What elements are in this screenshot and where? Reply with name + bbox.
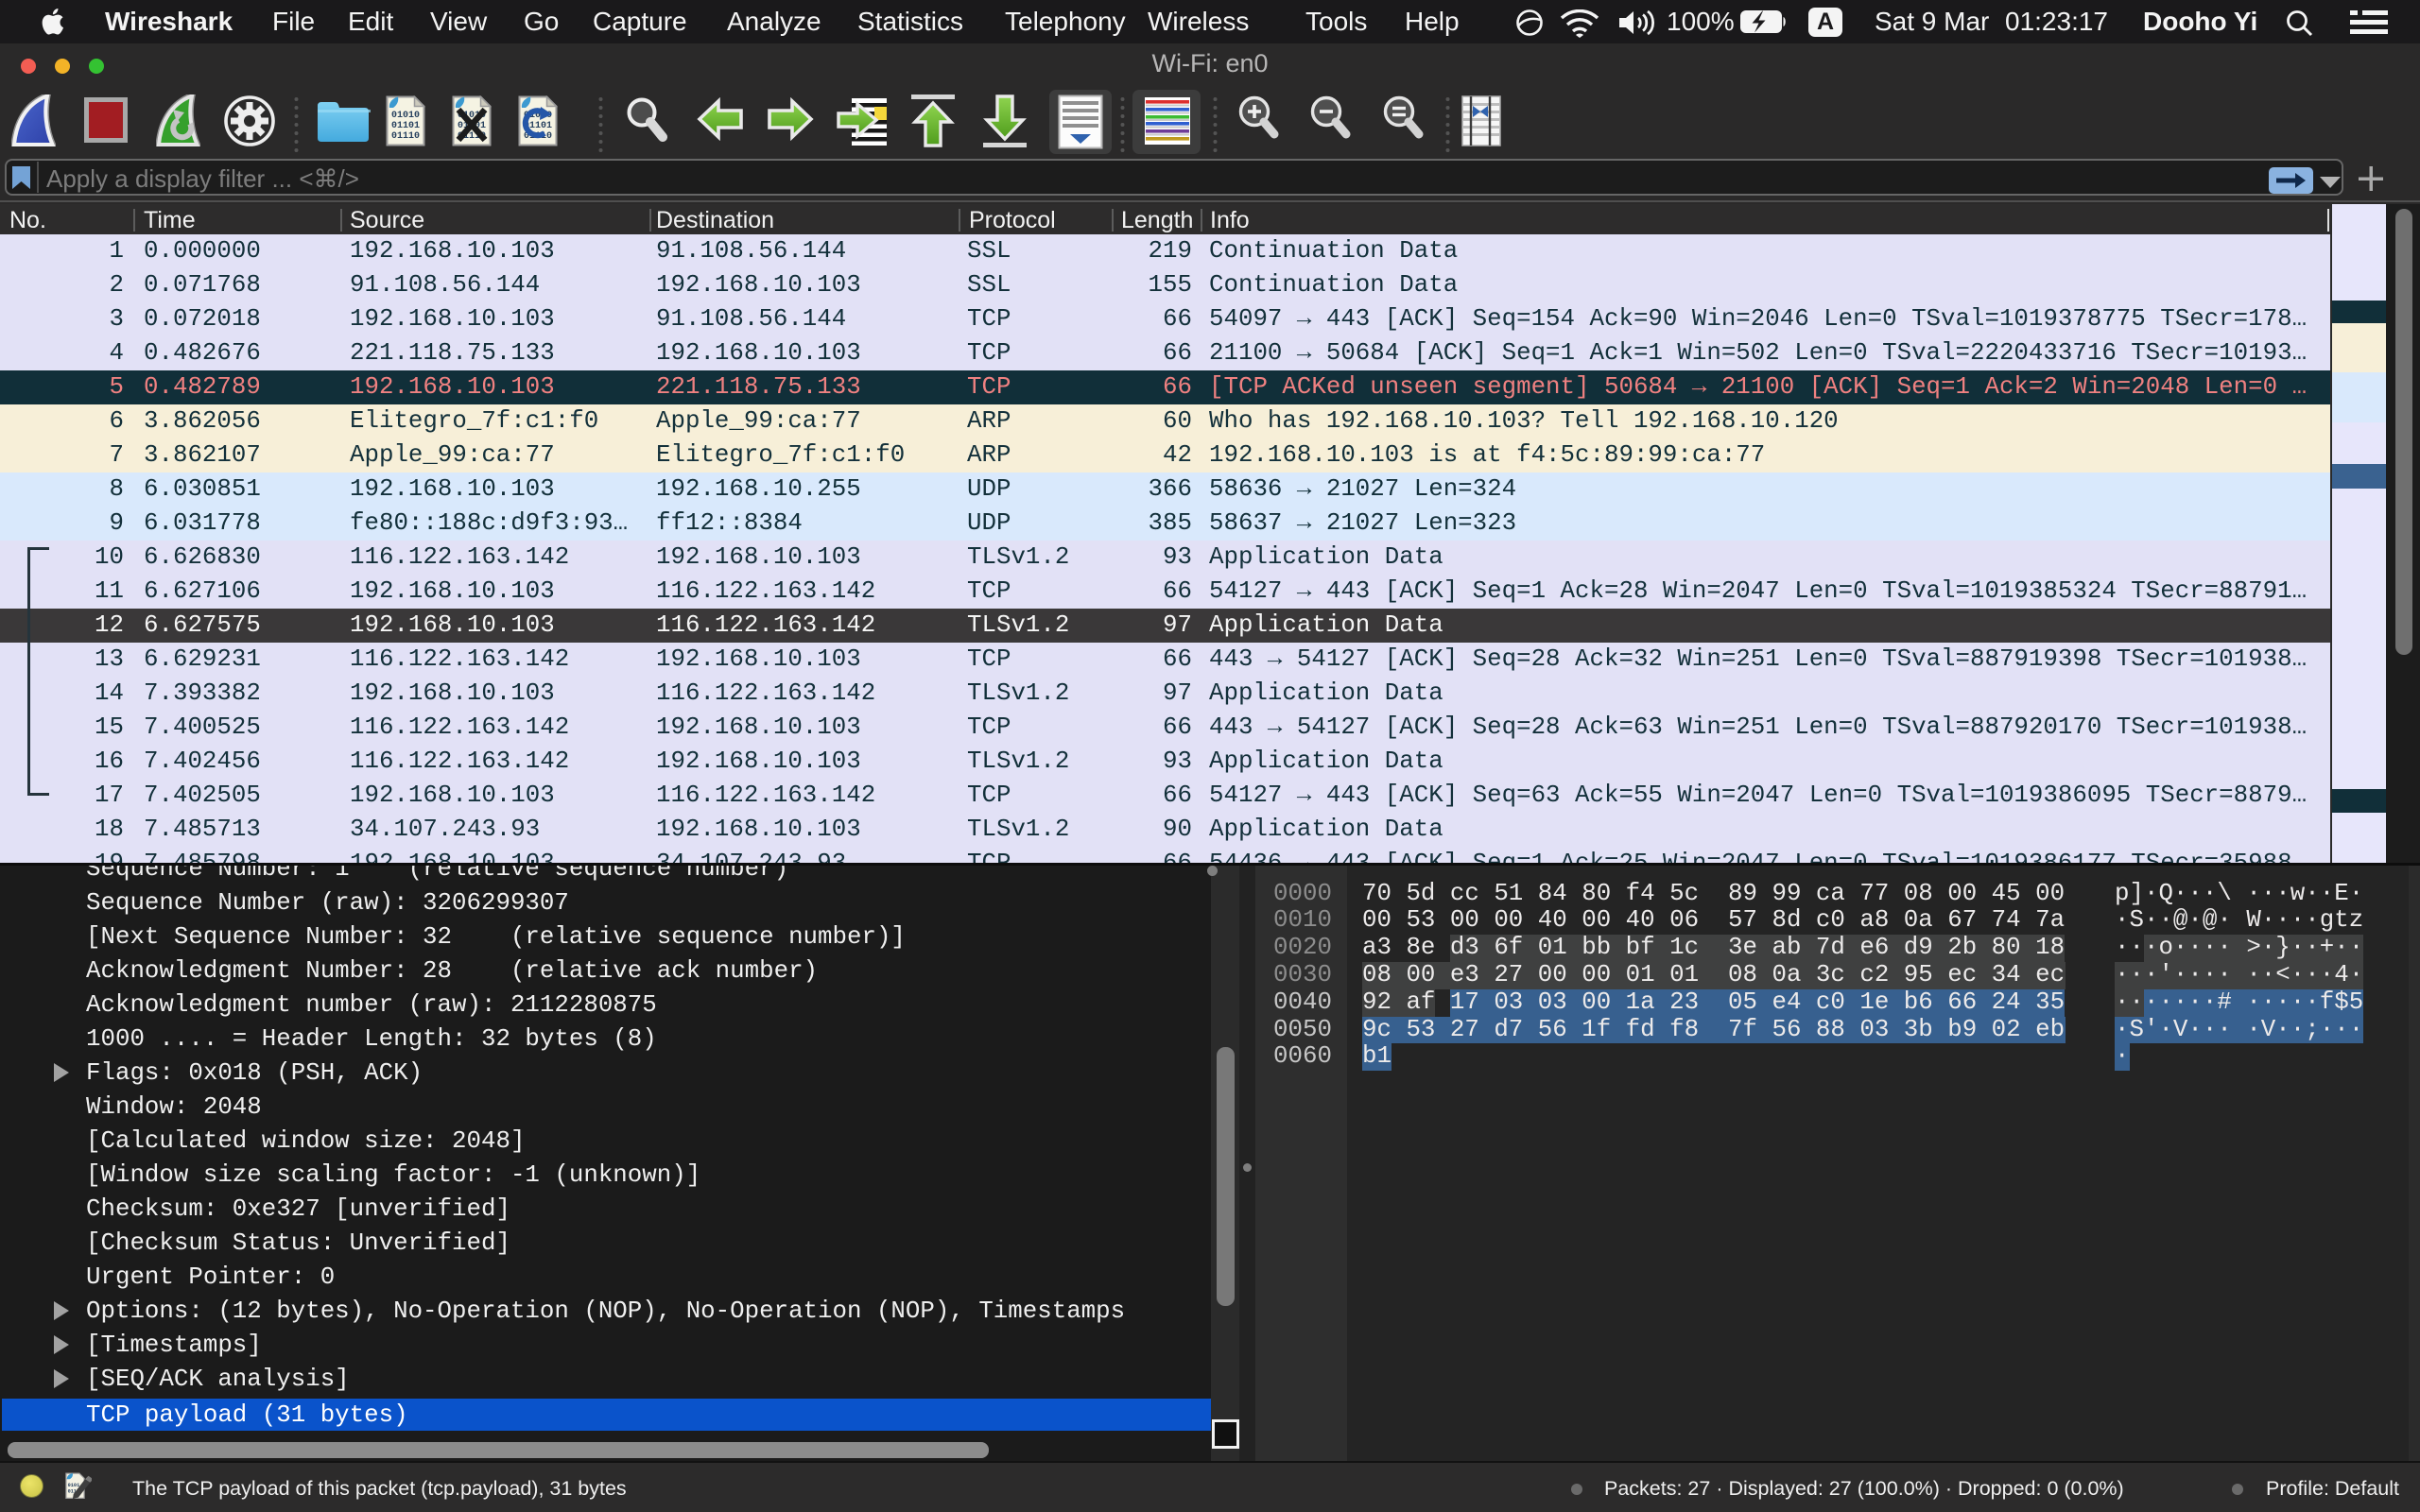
svg-text:01101: 01101: [391, 121, 420, 131]
svg-text:0101: 0101: [68, 1483, 80, 1488]
svg-text:01110: 01110: [391, 131, 420, 142]
svg-text:01010: 01010: [391, 111, 420, 121]
